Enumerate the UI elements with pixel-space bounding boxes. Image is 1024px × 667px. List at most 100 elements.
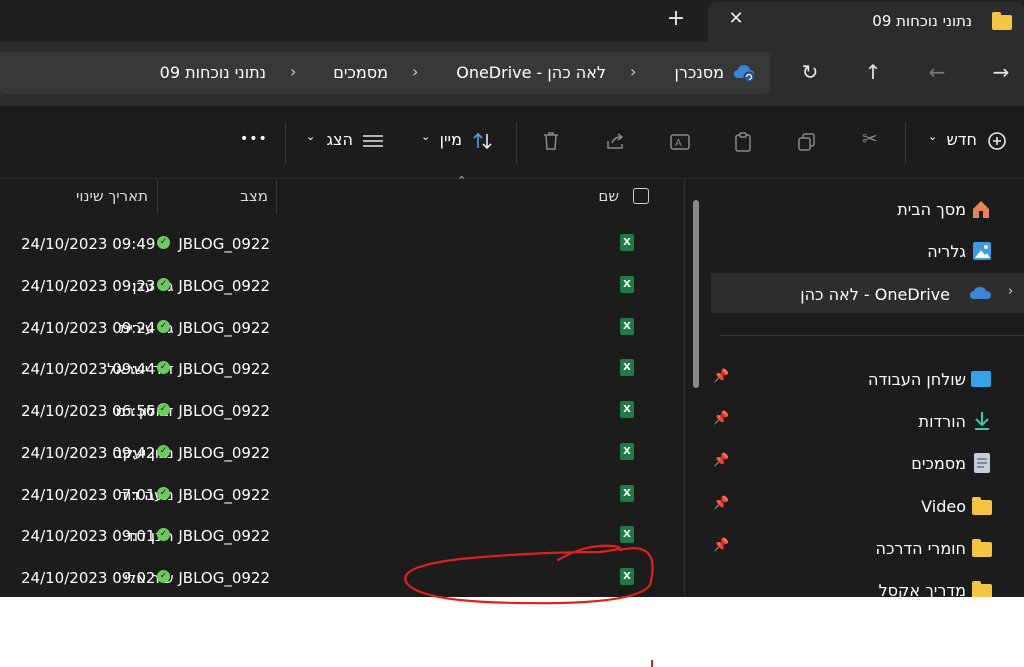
close-tab-button[interactable]: ✕ <box>724 8 748 29</box>
folder-icon <box>972 497 992 515</box>
table-row[interactable]: X JBLOG_0922 זבולון רמי ✓ 24/10/2023 06:… <box>0 395 684 435</box>
svg-text:A: A <box>675 138 682 149</box>
pin-icon[interactable]: 📌 <box>713 496 729 511</box>
table-row[interactable]: X JBLOG_0922 רונן דוד ✓ 24/10/2023 09:01 <box>0 520 684 560</box>
file-date: 24/10/2023 09:44 <box>21 360 156 378</box>
column-divider[interactable] <box>276 180 277 214</box>
folder-icon <box>992 12 1012 30</box>
share-icon[interactable] <box>605 131 627 151</box>
plus-circle-icon <box>988 132 1006 150</box>
excel-file-icon: X <box>620 401 634 418</box>
excel-file-icon: X <box>620 234 634 251</box>
forward-arrow-icon[interactable]: → <box>988 60 1014 84</box>
sidebar-item-downloads[interactable]: 📌 הורדות <box>711 402 1024 440</box>
sidebar-item-gallery[interactable]: גלריה <box>711 232 1024 270</box>
sort-caret-icon: ⌃ <box>457 174 467 187</box>
chevron-down-icon: ⌄ <box>421 130 431 143</box>
table-row[interactable]: X JBLOG_0922 גל עדן ✓ 24/10/2023 09:23 <box>0 270 684 310</box>
sidebar-item-video[interactable]: 📌 Video <box>711 487 1024 525</box>
new-tab-button[interactable]: + <box>664 6 688 31</box>
breadcrumb-documents[interactable]: מסמכים <box>333 63 388 82</box>
file-date: 24/10/2023 07:01 <box>21 486 156 504</box>
table-row[interactable]: X JBLOG_0922 נועה דוד ✓ 24/10/2023 07:01 <box>0 479 684 519</box>
sidebar-item-training[interactable]: 📌 חומרי הדרכה <box>711 529 1024 567</box>
sidebar-item-label: OneDrive - לאה כהן <box>800 285 950 304</box>
tab-active[interactable]: נתוני נוכחות 09 ✕ <box>708 2 1024 42</box>
table-row[interactable]: X JBLOG_0922 נבון יעקב ✓ 24/10/2023 09:4… <box>0 437 684 477</box>
pin-icon[interactable]: 📌 <box>713 538 729 553</box>
excel-file-icon: X <box>620 318 634 335</box>
synced-check-icon: ✓ <box>157 236 170 249</box>
synced-check-icon: ✓ <box>157 361 170 374</box>
breadcrumb-current-folder[interactable]: נתוני נוכחות 09 <box>160 63 266 82</box>
sidebar-item-desktop[interactable]: 📌 שולחן העבודה <box>711 360 1024 398</box>
select-all-checkbox[interactable] <box>633 188 649 204</box>
synced-check-icon: ✓ <box>157 570 170 583</box>
cut-icon[interactable]: ✂ <box>858 128 882 150</box>
more-options-button[interactable]: ••• <box>240 131 268 147</box>
toolbar-divider <box>516 122 517 164</box>
synced-check-icon: ✓ <box>157 528 170 541</box>
scrollbar-thumb[interactable] <box>693 200 699 388</box>
back-arrow-icon[interactable]: ← <box>924 60 950 84</box>
excel-file-icon: X <box>620 443 634 460</box>
synced-check-icon: ✓ <box>157 278 170 291</box>
excel-file-icon: X <box>620 359 634 376</box>
chevron-down-icon: ⌄ <box>928 130 938 143</box>
chevron-right-icon: › <box>412 62 419 81</box>
excel-file-icon: X <box>620 276 634 293</box>
paste-icon[interactable] <box>733 131 753 153</box>
sidebar-item-home[interactable]: מסך הבית <box>711 190 1024 228</box>
table-row[interactable]: X JBLOG_0922 ✓ 24/10/2023 09:49 <box>0 228 684 268</box>
onedrive-cloud-icon <box>970 287 991 299</box>
sidebar-item-label: Video <box>921 497 966 516</box>
file-date: 24/10/2023 09:02 <box>21 569 156 587</box>
column-header-status[interactable]: מצב <box>240 187 268 205</box>
view-button[interactable]: הצג <box>326 130 353 149</box>
breadcrumb-syncing[interactable]: מסנכרן <box>674 63 724 82</box>
sidebar-item-label: שולחן העבודה <box>868 370 966 389</box>
synced-check-icon: ✓ <box>157 320 170 333</box>
folder-icon <box>972 581 992 597</box>
toolbar-divider <box>285 122 286 164</box>
new-button[interactable]: חדש <box>946 130 977 149</box>
pin-icon[interactable]: 📌 <box>713 453 729 468</box>
file-name: JBLOG_0922 <box>178 235 270 253</box>
chevron-right-icon: › <box>630 62 637 81</box>
folder-icon <box>972 539 992 557</box>
chevron-down-icon: ⌄ <box>306 130 316 143</box>
chevron-right-icon: › <box>290 62 297 81</box>
breadcrumb-onedrive[interactable]: לאה כהן - OneDrive <box>456 63 606 82</box>
sort-button[interactable]: מיין <box>440 130 462 149</box>
synced-check-icon: ✓ <box>157 487 170 500</box>
refresh-icon[interactable]: ↻ <box>797 60 823 84</box>
excel-file-icon: X <box>620 568 634 585</box>
pin-icon[interactable]: 📌 <box>713 369 729 384</box>
sidebar-item-label: גלריה <box>927 242 966 261</box>
delete-icon[interactable] <box>541 130 561 152</box>
gallery-icon <box>973 242 991 260</box>
sidebar-item-label: מסמכים <box>911 454 966 473</box>
column-header-modified[interactable]: תאריך שינוי <box>76 187 148 205</box>
file-date: 24/10/2023 09:24 <box>21 319 156 337</box>
pane-divider[interactable] <box>684 178 685 597</box>
rename-icon[interactable]: A <box>669 132 691 152</box>
desktop-icon <box>971 371 991 387</box>
sidebar-item-documents[interactable]: 📌 מסמכים <box>711 444 1024 482</box>
up-arrow-icon[interactable]: ↑ <box>860 60 886 84</box>
home-icon <box>973 201 989 218</box>
table-row[interactable]: X JBLOG_0922 גל עירית ✓ 24/10/2023 09:24 <box>0 312 684 352</box>
table-row[interactable]: X JBLOG_0922 דור ישראל ✓ 24/10/2023 09:4… <box>0 353 684 393</box>
copy-icon[interactable] <box>797 132 817 152</box>
chevron-right-icon[interactable]: › <box>1008 284 1013 299</box>
sidebar-item-onedrive[interactable]: OneDrive - לאה כהן <box>711 275 1008 313</box>
sidebar-item-label: מסך הבית <box>897 200 966 219</box>
column-header-name[interactable]: שם <box>598 187 619 205</box>
sync-cloud-icon <box>734 65 755 83</box>
sidebar-item-excel-guide[interactable]: מדריך אקסל <box>711 571 1024 597</box>
excel-file-icon: X <box>620 526 634 543</box>
table-row[interactable]: X JBLOG_0922 שיר אלי ✓ 24/10/2023 09:02 <box>0 562 684 597</box>
column-divider[interactable] <box>157 180 158 214</box>
file-date: 24/10/2023 09:23 <box>21 277 156 295</box>
pin-icon[interactable]: 📌 <box>713 411 729 426</box>
